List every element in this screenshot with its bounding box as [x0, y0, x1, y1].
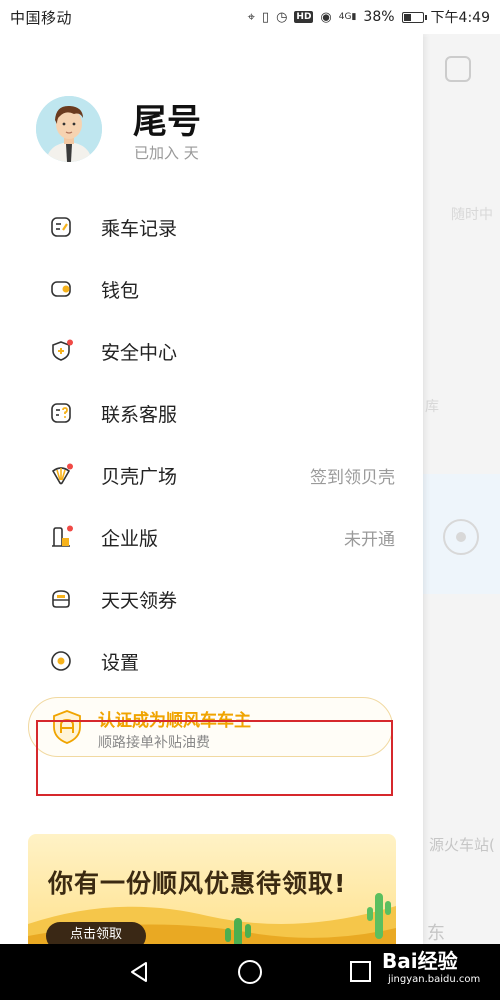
menu-label: 乘车记录 [101, 217, 178, 240]
system-nav-bar: Bai经验 jingyan.baidu.com [0, 944, 500, 1000]
menu-item-enterprise[interactable]: 企业版 未开通 [0, 506, 423, 568]
home-icon[interactable] [238, 960, 262, 984]
cactus-icon [225, 918, 251, 944]
bg-text-2: 库 [425, 399, 439, 415]
shield-icon [52, 339, 73, 361]
back-icon[interactable] [128, 960, 150, 984]
vibrate-icon: ▯ [261, 9, 270, 25]
menu-list: 乘车记录 钱包 安全中心 联系客服 贝壳广场 签到领贝壳 企业版 未开通 天天领… [0, 196, 423, 692]
ride-record-icon [51, 217, 71, 237]
background-main-page[interactable]: 随时中 库 源火车站( 东 [423, 34, 500, 944]
menu-item-customer-service[interactable]: 联系客服 [0, 382, 423, 444]
menu-label: 联系客服 [101, 403, 178, 426]
bg-text-3: 源火车站( [429, 836, 495, 854]
status-time: 下午4:49 [430, 10, 490, 26]
bg-text-4: 东 [427, 923, 445, 944]
promo-claim-button[interactable]: 点击领取 [46, 922, 146, 944]
bg-text-1: 随时中 [451, 207, 493, 223]
promo-banner[interactable]: 你有一份顺风优惠待领取! 点击领取 [28, 834, 396, 944]
avatar-illustration [36, 96, 102, 162]
recent-apps-icon[interactable] [350, 961, 371, 982]
enterprise-icon [52, 525, 73, 547]
menu-label: 贝壳广场 [101, 465, 178, 488]
menu-item-daily-coupon[interactable]: 天天领券 [0, 568, 423, 630]
promo-title: 你有一份顺风优惠待领取! [48, 869, 347, 898]
cactus-icon [367, 893, 391, 939]
menu-item-settings[interactable]: 设置 [0, 630, 423, 692]
profile-name[interactable]: 尾号 [133, 94, 201, 143]
signal-icon: 4G▮ [338, 12, 357, 22]
eye-icon: ◉ [320, 9, 332, 25]
menu-item-safety-center[interactable]: 安全中心 [0, 320, 423, 382]
menu-label: 钱包 [101, 279, 140, 302]
watermark-url: jingyan.baidu.com [388, 974, 481, 985]
customer-service-icon [51, 403, 71, 423]
status-icons: ⌖ ▯ ◷ HD ◉ 4G▮ 38% 下午4:49 [248, 7, 490, 27]
shell-icon [51, 463, 73, 485]
menu-item-shell-plaza[interactable]: 贝壳广场 签到领贝壳 [0, 444, 423, 506]
menu-label: 天天领券 [101, 589, 178, 612]
hd-icon: HD [294, 11, 314, 23]
menu-label: 企业版 [101, 527, 159, 550]
profile-joined-text: 已加入 天 [134, 144, 199, 162]
watermark-logo: Bai经验 [382, 949, 458, 973]
wallet-icon [51, 281, 71, 297]
status-bar: 中国移动 ⌖ ▯ ◷ HD ◉ 4G▮ 38% 下午4:49 [0, 0, 500, 34]
location-icon: ⌖ [247, 9, 255, 25]
coupon-icon [52, 590, 70, 608]
battery-icon [401, 11, 427, 23]
avatar[interactable] [36, 96, 102, 162]
menu-extra-text: 签到领贝壳 [310, 467, 395, 488]
locate-icon [443, 519, 479, 555]
highlight-annotation-box [36, 720, 393, 796]
side-drawer: 尾号 已加入 天 乘车记录 钱包 安全中心 联系客服 贝壳广场 签到领贝壳 企业… [0, 34, 423, 944]
cup-icon [445, 56, 471, 82]
alarm-icon: ◷ [276, 9, 288, 25]
menu-item-ride-record[interactable]: 乘车记录 [0, 196, 423, 258]
menu-label: 安全中心 [101, 341, 178, 364]
menu-extra-text: 未开通 [344, 529, 395, 550]
menu-item-wallet[interactable]: 钱包 [0, 258, 423, 320]
battery-percent: 38% [363, 9, 395, 25]
carrier-label: 中国移动 [10, 8, 73, 27]
settings-icon [51, 651, 71, 671]
menu-label: 设置 [101, 651, 140, 674]
